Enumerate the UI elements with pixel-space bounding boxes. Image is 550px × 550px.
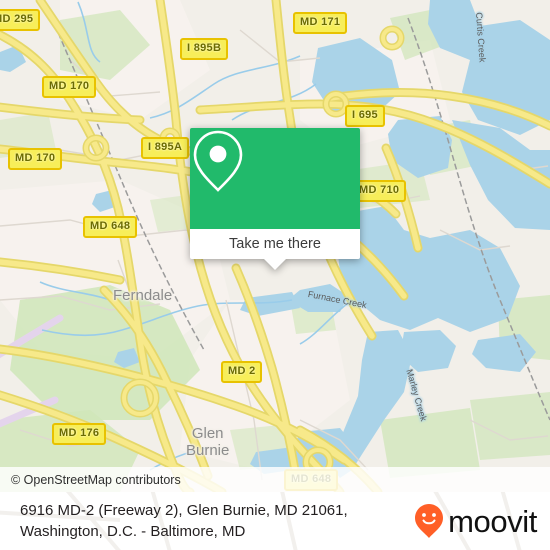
take-me-there-label: Take me there [229,236,321,252]
road-shield-i-895a[interactable]: I 895A [141,137,190,159]
moovit-wordmark: moovit [448,503,537,539]
map-canvas[interactable]: MD 295 I 895B MD 171 MD 170 I 695 I 895A… [0,0,550,492]
place-label-glen-burnie-line1: Glen [191,425,224,442]
map-pin-icon [193,130,243,192]
osm-attribution-text: © OpenStreetMap contributors [11,472,181,487]
road-shield-md-295[interactable]: MD 295 [0,9,41,31]
popup-pointer-tail [264,259,286,270]
road-shield-md-171[interactable]: MD 171 [293,12,348,34]
footer-bar: 6916 MD-2 (Freeway 2), Glen Burnie, MD 2… [0,492,550,550]
moovit-logo[interactable]: moovit [414,503,537,539]
road-shield-md-176[interactable]: MD 176 [52,423,107,445]
road-shield-i-695[interactable]: I 695 [345,105,385,127]
address-line-1: 6916 MD-2 (Freeway 2), Glen Burnie, MD 2… [20,502,348,519]
map-screenshot: MD 295 I 895B MD 171 MD 170 I 695 I 895A… [0,0,550,550]
road-shield-md-2[interactable]: MD 2 [221,361,263,383]
place-label-ferndale: Ferndale [113,287,173,304]
take-me-there-button[interactable]: Take me there [190,229,360,259]
road-shield-md-170-north[interactable]: MD 170 [42,76,97,98]
road-shield-i-895b[interactable]: I 895B [180,38,229,60]
place-label-glen-burnie-line2: Burnie [186,442,230,459]
location-popup-card[interactable]: Take me there [190,128,360,270]
road-shield-md-170-west[interactable]: MD 170 [8,148,63,170]
place-label-glen-burnie: Glen Burnie [186,425,229,459]
road-shield-md-710[interactable]: MD 710 [352,180,407,202]
address-block: 6916 MD-2 (Freeway 2), Glen Burnie, MD 2… [20,500,348,542]
popup-header [190,128,360,229]
map-attribution-bar: © OpenStreetMap contributors [0,467,550,492]
road-shield-md-648-north[interactable]: MD 648 [83,216,138,238]
address-line-2: Washington, D.C. - Baltimore, MD [20,523,246,540]
moovit-smiley-pin-icon [415,504,444,538]
